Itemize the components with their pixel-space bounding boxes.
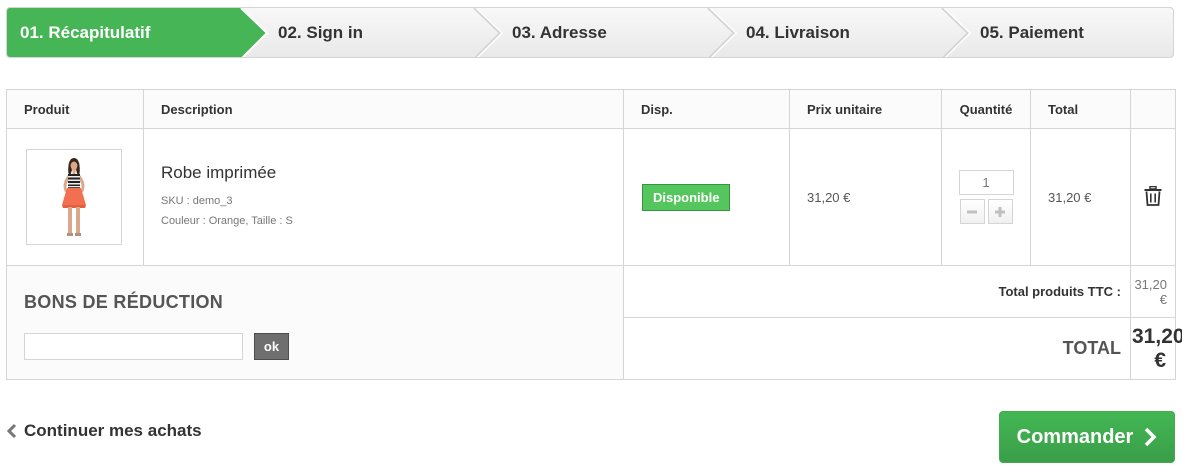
checkout-steps: 01. Récapitulatif 02. Sign in 03. Adress… [6, 7, 1174, 58]
table-row: Robe imprimée SKU : demo_3 Couleur : Ora… [6, 128, 1176, 266]
total-label: TOTAL [623, 317, 1131, 380]
chevron-left-icon [6, 423, 17, 439]
dress-product-image [62, 158, 86, 236]
availability-badge: Disponible [642, 183, 731, 211]
product-attributes[interactable]: Couleur : Orange, Taille : S [161, 211, 622, 231]
unit-price: 31,20 € [789, 128, 942, 266]
chevron-right-icon [1145, 427, 1157, 447]
col-produit: Produit [6, 89, 144, 129]
col-prix-unitaire: Prix unitaire [789, 89, 942, 129]
product-image-cell [6, 128, 144, 266]
trash-icon[interactable] [1144, 185, 1162, 206]
col-total: Total [1030, 89, 1131, 129]
line-total: 31,20 € [1030, 128, 1131, 266]
cart-table: Produit Description Disp. Prix unitaire … [6, 89, 1182, 380]
plus-icon [995, 207, 1005, 217]
voucher-ok-button[interactable]: ok [254, 333, 289, 360]
total-products-value: 31,20 € [1130, 265, 1176, 318]
col-description: Description [143, 89, 624, 129]
product-name[interactable]: Robe imprimée [161, 163, 622, 183]
step-adresse[interactable]: 03. Adresse [512, 8, 607, 57]
summary-row-products: BONS DE RÉDUCTION ok Total produits TTC … [6, 265, 1176, 380]
col-actions [1130, 89, 1176, 129]
checkout-button[interactable]: Commander [999, 411, 1175, 463]
step-sign-in[interactable]: 02. Sign in [278, 8, 363, 57]
delete-cell [1130, 128, 1176, 266]
col-disponibilite: Disp. [623, 89, 790, 129]
quantity-increase-button[interactable] [987, 199, 1013, 224]
voucher-input[interactable] [24, 333, 243, 360]
quantity-input[interactable] [958, 170, 1014, 195]
col-quantite: Quantité [941, 89, 1031, 129]
voucher-title: BONS DE RÉDUCTION [24, 292, 224, 312]
minus-icon [967, 210, 977, 214]
checkout-label: Commander [1016, 425, 1134, 448]
quantity-decrease-button[interactable] [959, 199, 985, 224]
product-sku: SKU : demo_3 [161, 195, 233, 207]
availability-cell: Disponible [623, 128, 790, 266]
step-livraison[interactable]: 04. Livraison [746, 8, 850, 57]
step-paiement[interactable]: 05. Paiement [980, 8, 1084, 57]
total-value: 31,20 € [1130, 317, 1182, 380]
quantity-cell [941, 128, 1031, 266]
step-recapitulatif: 01. Récapitulatif [20, 23, 151, 42]
continue-shopping-label: Continuer mes achats [24, 421, 202, 440]
product-thumbnail[interactable] [26, 149, 122, 245]
continue-shopping-link[interactable]: Continuer mes achats [6, 421, 202, 441]
total-products-label: Total produits TTC : [623, 265, 1131, 318]
table-header-row: Produit Description Disp. Prix unitaire … [6, 89, 1176, 129]
voucher-section: BONS DE RÉDUCTION ok [6, 265, 624, 380]
product-description-cell: Robe imprimée SKU : demo_3 Couleur : Ora… [143, 128, 624, 266]
